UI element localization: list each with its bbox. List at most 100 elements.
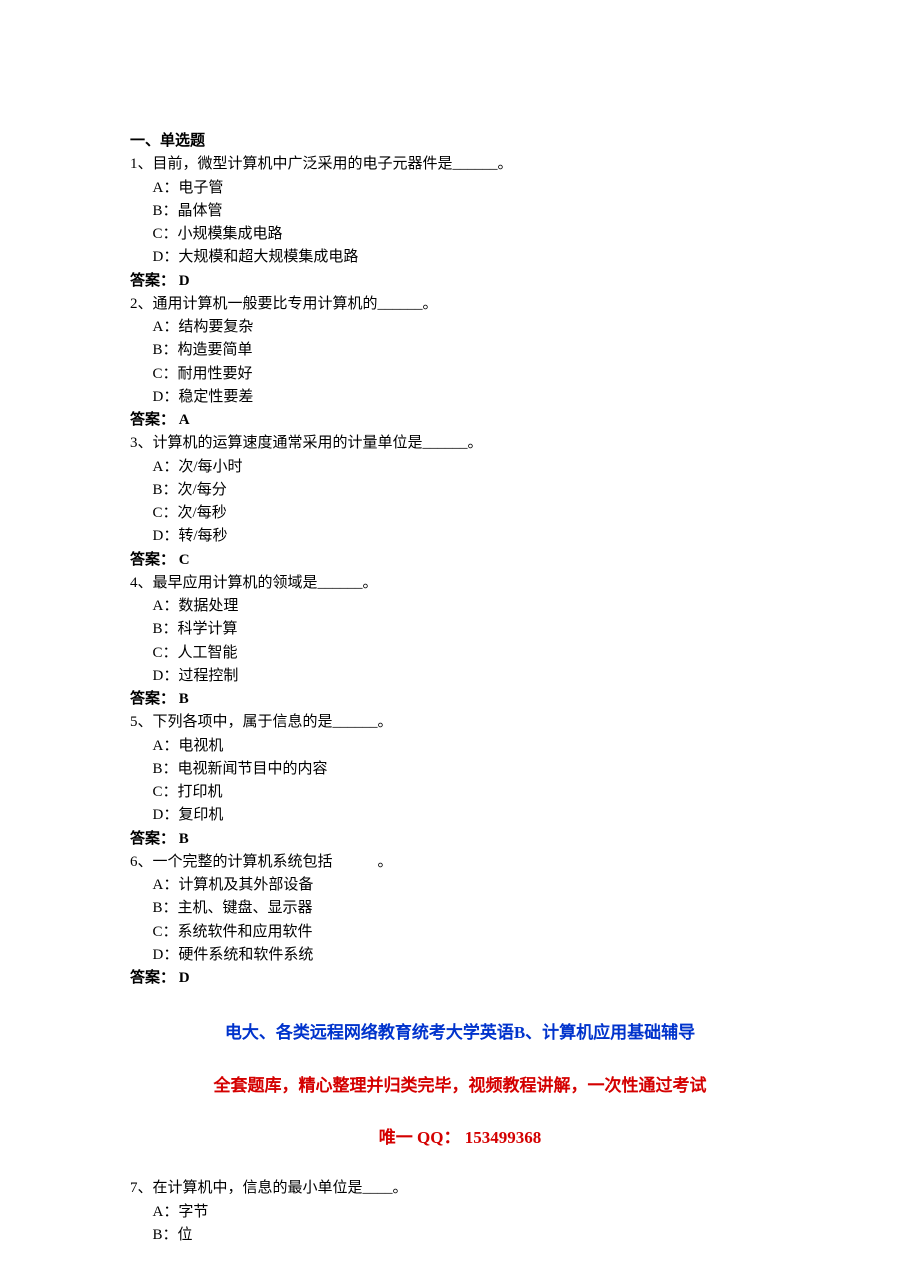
question-block: 5、下列各项中，属于信息的是______。A：电视机B：电视新闻节目中的内容C：…: [130, 711, 790, 851]
option-label: C: [153, 784, 163, 800]
option-text: 电子管: [178, 180, 223, 196]
option-label: A: [153, 738, 164, 754]
option: A：计算机及其外部设备: [153, 874, 791, 897]
question-number: 4: [130, 575, 138, 591]
option-sep: ：: [163, 319, 178, 335]
option-text: 次/每分: [178, 482, 227, 498]
option-text: 转/每秒: [178, 528, 227, 544]
question-text: 、通用计算机一般要比专用计算机的______。: [138, 296, 438, 312]
option-text: 打印机: [178, 784, 223, 800]
answer-label: 答案：: [130, 970, 175, 986]
question-stem: 7、在计算机中，信息的最小单位是____。: [130, 1177, 790, 1200]
option-sep: ：: [163, 761, 178, 777]
option-label: A: [153, 319, 164, 335]
option-text: 稳定性要差: [178, 389, 253, 405]
option-label: B: [153, 621, 163, 637]
option: C：次/每秒: [153, 502, 791, 525]
option-label: D: [153, 528, 164, 544]
option: A：结构要复杂: [153, 316, 791, 339]
option-label: B: [153, 1227, 163, 1243]
option-sep: ：: [163, 249, 178, 265]
answer-line: 答案： D: [130, 967, 790, 990]
option: B：晶体管: [153, 200, 791, 223]
option-sep: ：: [163, 180, 178, 196]
option-text: 晶体管: [178, 203, 223, 219]
option-sep: ：: [163, 342, 178, 358]
option-label: B: [153, 482, 163, 498]
option: D：稳定性要差: [153, 386, 791, 409]
answer-label: 答案：: [130, 412, 175, 428]
option-sep: ：: [163, 877, 178, 893]
option-sep: ：: [163, 807, 178, 823]
option-text: 位: [178, 1227, 193, 1243]
option-text: 电视机: [178, 738, 223, 754]
option-text: 耐用性要好: [178, 366, 253, 382]
option-label: B: [153, 900, 163, 916]
answer-label: 答案：: [130, 273, 175, 289]
option-label: D: [153, 947, 164, 963]
question-number: 3: [130, 435, 138, 451]
option-sep: ：: [163, 203, 178, 219]
answer-label: 答案：: [130, 831, 175, 847]
option: B：次/每分: [153, 479, 791, 502]
option-sep: ：: [163, 645, 178, 661]
option-label: C: [153, 505, 163, 521]
option-sep: ：: [163, 366, 178, 382]
question-stem: 2、通用计算机一般要比专用计算机的______。: [130, 293, 790, 316]
option: C：打印机: [153, 781, 791, 804]
question-number: 5: [130, 714, 138, 730]
option-sep: ：: [163, 1204, 178, 1220]
option-text: 大规模和超大规模集成电路: [178, 249, 358, 265]
question-stem: 4、最早应用计算机的领域是______。: [130, 572, 790, 595]
banner-line-1: 电大、各类远程网络教育统考大学英语B、计算机应用基础辅导: [130, 1020, 790, 1046]
answer-line: 答案： C: [130, 549, 790, 572]
option-text: 过程控制: [178, 668, 238, 684]
question-block: 6、一个完整的计算机系统包括 。A：计算机及其外部设备B：主机、键盘、显示器C：…: [130, 851, 790, 991]
option: D：硬件系统和软件系统: [153, 944, 791, 967]
answer-value: D: [179, 273, 190, 289]
option: C：系统软件和应用软件: [153, 921, 791, 944]
option-text: 次/每秒: [178, 505, 227, 521]
option-sep: ：: [163, 528, 178, 544]
question-stem: 1、目前，微型计算机中广泛采用的电子元器件是______。: [130, 153, 790, 176]
banner-line-2: 全套题库，精心整理并归类完毕，视频教程讲解，一次性通过考试: [130, 1073, 790, 1099]
question-text: 、下列各项中，属于信息的是______。: [138, 714, 393, 730]
option-text: 主机、键盘、显示器: [178, 900, 313, 916]
option-text: 系统软件和应用软件: [178, 924, 313, 940]
option-label: A: [153, 877, 164, 893]
option: B：位: [153, 1224, 791, 1247]
question-text: 、在计算机中，信息的最小单位是____。: [138, 1180, 408, 1196]
option-label: B: [153, 761, 163, 777]
answer-line: 答案： B: [130, 828, 790, 851]
option: A：字节: [153, 1201, 791, 1224]
option-label: A: [153, 598, 164, 614]
option: B：主机、键盘、显示器: [153, 897, 791, 920]
option-sep: ：: [163, 598, 178, 614]
question-stem: 3、计算机的运算速度通常采用的计量单位是______。: [130, 432, 790, 455]
option: D：过程控制: [153, 665, 791, 688]
question-block: 1、目前，微型计算机中广泛采用的电子元器件是______。A：电子管B：晶体管C…: [130, 153, 790, 293]
answer-value: B: [179, 831, 189, 847]
option-text: 小规模集成电路: [178, 226, 283, 242]
option-sep: ：: [163, 226, 178, 242]
answer-value: D: [179, 970, 190, 986]
option: B：构造要简单: [153, 339, 791, 362]
question-number: 7: [130, 1180, 138, 1196]
answer-label: 答案：: [130, 691, 175, 707]
option-label: A: [153, 1204, 164, 1220]
option-label: C: [153, 366, 163, 382]
option: D：转/每秒: [153, 525, 791, 548]
option-sep: ：: [163, 505, 178, 521]
option-text: 电视新闻节目中的内容: [178, 761, 328, 777]
option-sep: ：: [163, 1227, 178, 1243]
option-sep: ：: [163, 459, 178, 475]
question-number: 1: [130, 156, 138, 172]
option: C：小规模集成电路: [153, 223, 791, 246]
option-label: C: [153, 924, 163, 940]
option-text: 结构要复杂: [178, 319, 253, 335]
option-label: B: [153, 203, 163, 219]
option-text: 硬件系统和软件系统: [178, 947, 313, 963]
option-label: A: [153, 459, 164, 475]
section-header: 一、单选题: [130, 130, 790, 153]
option-text: 科学计算: [178, 621, 238, 637]
